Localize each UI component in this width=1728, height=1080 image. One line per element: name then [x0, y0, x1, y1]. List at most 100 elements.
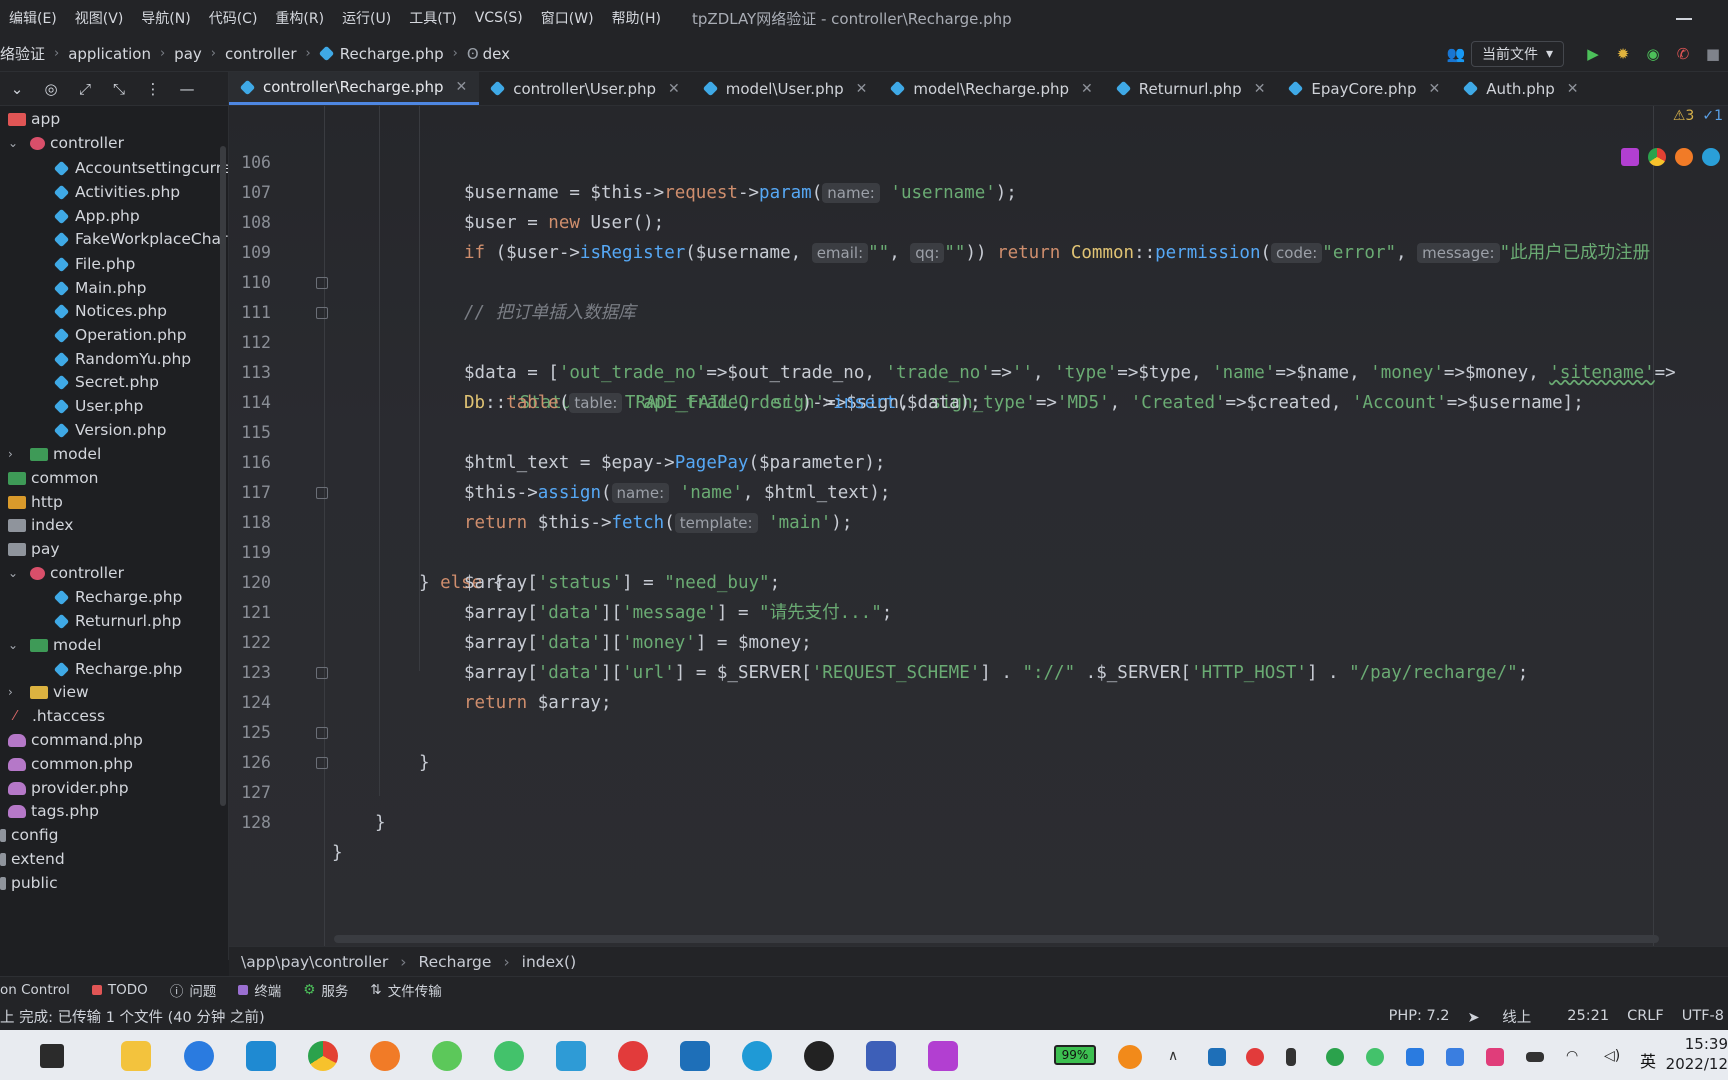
tree-item-file[interactable]: Main.php [53, 276, 146, 300]
fold-icon[interactable] [316, 277, 328, 289]
fold-icon[interactable] [316, 307, 328, 319]
breadcrumb-method[interactable]: index() [510, 953, 589, 971]
tool-problems[interactable]: ⓘ 问题 [170, 980, 217, 1000]
menu-vcs[interactable]: VCS(S) [466, 10, 532, 26]
tree-item-file[interactable]: common.php [8, 752, 133, 776]
run-icon[interactable]: ▶ [1578, 41, 1608, 67]
tree-item-file[interactable]: FakeWorkplaceChartl [53, 227, 228, 251]
battery-icon[interactable] [1526, 1052, 1544, 1062]
php-version[interactable]: PHP: 7.2 [1389, 1008, 1450, 1024]
vm-icon[interactable] [866, 1041, 896, 1071]
tray-vivaldi-icon[interactable] [1208, 1048, 1226, 1066]
obs-icon[interactable] [804, 1041, 834, 1071]
tray-l-icon[interactable] [1446, 1048, 1464, 1066]
tree-item-config[interactable]: config [0, 823, 58, 847]
menu-code[interactable]: 代码(C) [200, 8, 267, 28]
tree-item-extend[interactable]: extend [0, 847, 65, 871]
wechat-icon[interactable] [494, 1041, 524, 1071]
tree-item-file[interactable]: App.php [53, 204, 140, 228]
close-icon[interactable]: ✕ [1567, 81, 1579, 97]
stop-icon[interactable]: ■ [1698, 41, 1728, 67]
chevron-up-icon[interactable]: ∧ [1168, 1048, 1186, 1066]
tree-item-http[interactable]: http [8, 490, 63, 514]
tree-item-file[interactable]: Secret.php [53, 370, 159, 394]
status-message[interactable]: 上 完成: 已传输 1 个文件 (40 分钟 之前) [0, 1006, 265, 1027]
breadcrumb-namespace[interactable]: \app\pay\controller [229, 953, 400, 971]
tool-services[interactable]: ⚙ 服务 [303, 980, 348, 1000]
chevron-right-icon[interactable]: › [8, 685, 20, 699]
caret-position[interactable]: 25:21 [1567, 1008, 1609, 1024]
tree-item-file[interactable]: User.php [53, 394, 143, 418]
chevron-down-icon[interactable]: ⌄ [8, 136, 20, 150]
tree-item-file[interactable]: Returnurl.php [53, 609, 181, 633]
users-icon[interactable]: 👥 [1441, 41, 1471, 67]
chrome-icon[interactable] [308, 1041, 338, 1071]
tray-chrome-icon[interactable] [1326, 1048, 1344, 1066]
tray-kugou-icon[interactable] [1406, 1048, 1424, 1066]
tree-item-file[interactable]: Recharge.php [53, 657, 182, 681]
expand-icon[interactable]: ⤢ [68, 80, 102, 98]
ime-indicator[interactable]: 英 [1640, 1048, 1662, 1071]
code-editor[interactable]: ⚠3 ✓1 106 $username = $this->request->pa… [229, 106, 1728, 946]
tree-item-index[interactable]: index [8, 513, 73, 537]
crumb-file[interactable]: Recharge.php [340, 45, 444, 63]
close-icon[interactable]: ✕ [668, 81, 680, 97]
tree-item-file[interactable]: tags.php [8, 799, 99, 823]
phone-debug-icon[interactable]: ✆ [1668, 41, 1698, 67]
file-encoding[interactable]: UTF-8 [1682, 1008, 1724, 1024]
tree-item-model[interactable]: ⌄ model [8, 633, 101, 657]
menu-tools[interactable]: 工具(T) [400, 8, 465, 28]
tree-item-file[interactable]: Activities.php [53, 180, 180, 204]
menu-edit[interactable]: 编辑(E) [0, 8, 66, 28]
tab-controller-recharge[interactable]: controller\Recharge.php ✕ [229, 72, 480, 105]
tree-item-file[interactable]: Operation.php [53, 323, 187, 347]
tree-item-view[interactable]: › view [8, 680, 89, 704]
tree-item-file[interactable]: provider.php [8, 776, 129, 800]
tool-terminal[interactable]: 终端 [238, 980, 281, 1000]
tree-item-common[interactable]: common [8, 466, 99, 490]
coverage-icon[interactable]: ◉ [1638, 41, 1668, 67]
target-icon[interactable]: ◎ [34, 80, 68, 98]
tree-item-controller[interactable]: ⌄ controller [8, 131, 124, 155]
menu-refactor[interactable]: 重构(R) [266, 8, 333, 28]
tree-item-file[interactable]: Notices.php [53, 299, 167, 323]
tree-item-file[interactable]: RandomYu.php [53, 347, 191, 371]
minimize-icon[interactable] [1676, 18, 1692, 20]
collapse-icon[interactable]: ⤡ [102, 80, 136, 98]
tree-item-file[interactable]: Accountsettingcurrer [53, 156, 228, 180]
tab-model-user[interactable]: model\User.php ✕ [692, 72, 880, 105]
vivaldi-icon[interactable] [680, 1041, 710, 1071]
fold-icon[interactable] [316, 667, 328, 679]
tree-item-app[interactable]: app [8, 107, 60, 131]
run-config-select[interactable]: 当前文件 ▾ [1470, 41, 1564, 67]
tree-item-file[interactable]: command.php [8, 728, 143, 752]
volume-icon[interactable]: ◁) [1604, 1048, 1622, 1066]
tree-item-pay[interactable]: pay [8, 537, 60, 561]
battery-indicator[interactable]: 99% [1054, 1045, 1096, 1065]
menu-help[interactable]: 帮助(H) [603, 8, 670, 28]
app-tray-icon[interactable] [1118, 1045, 1142, 1069]
menu-navigate[interactable]: 导航(N) [132, 8, 199, 28]
tree-item-controller[interactable]: ⌄ controller [8, 561, 124, 585]
chevron-down-icon[interactable]: ⌄ [8, 638, 20, 652]
close-icon[interactable]: ✕ [1429, 81, 1441, 97]
phpstorm-icon[interactable] [928, 1041, 958, 1071]
fold-icon[interactable] [316, 487, 328, 499]
file-explorer-icon[interactable] [121, 1041, 151, 1071]
tool-version-control[interactable]: on Control [0, 982, 70, 998]
game-icon[interactable] [432, 1041, 462, 1071]
tab-model-recharge[interactable]: model\Recharge.php ✕ [879, 72, 1104, 105]
close-icon[interactable]: ✕ [1254, 81, 1266, 97]
chevron-down-icon[interactable]: ⌄ [8, 566, 20, 580]
more-icon[interactable]: ⋮ [136, 80, 170, 98]
sidebar-scrollbar[interactable] [220, 146, 226, 806]
chevron-right-icon[interactable]: › [8, 447, 20, 461]
kugou-icon[interactable] [184, 1041, 214, 1071]
menu-view[interactable]: 视图(V) [66, 8, 133, 28]
remote-desktop-icon[interactable] [556, 1041, 586, 1071]
close-icon[interactable]: ✕ [456, 79, 468, 95]
tree-item-file[interactable]: Version.php [53, 418, 166, 442]
firefox-icon[interactable] [370, 1041, 400, 1071]
deploy-server[interactable]: ➤ 线上 [1468, 1006, 1550, 1027]
tab-controller-user[interactable]: controller\User.php ✕ [479, 72, 691, 105]
